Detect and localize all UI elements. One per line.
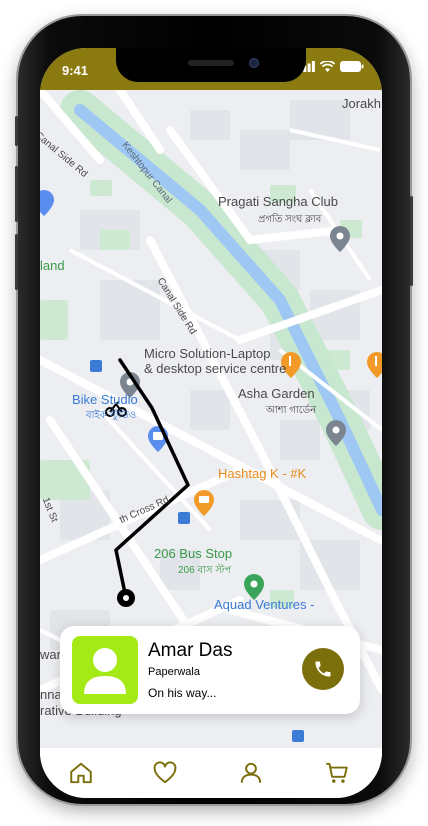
avatar xyxy=(72,636,138,704)
place-label-asha-garden-local: আশা গার্ডেন xyxy=(266,405,317,416)
front-camera xyxy=(249,58,259,68)
driver-card[interactable]: Amar Das Paperwala On his way... xyxy=(60,626,360,714)
tab-cart[interactable] xyxy=(324,760,350,786)
driver-name: Amar Das xyxy=(148,640,233,661)
area-label-jorakh: Jorakh xyxy=(342,96,382,111)
place-label-micro-solution: Micro Solution-Laptop xyxy=(144,346,271,361)
place-label-micro-solution-2: & desktop service centre xyxy=(144,361,287,376)
tab-favorites[interactable] xyxy=(152,760,178,786)
transit-icon-2 xyxy=(178,512,190,524)
tab-home[interactable] xyxy=(68,760,94,786)
tab-bar xyxy=(40,748,382,798)
place-label-aquad: Aquad Ventures - xyxy=(214,597,315,612)
call-button[interactable] xyxy=(302,648,344,690)
place-label-hashtag: Hashtag K - #K xyxy=(218,466,307,481)
wifi-icon xyxy=(320,61,335,72)
notch xyxy=(116,48,306,82)
volume-up-button xyxy=(15,166,18,222)
status-time: 9:41 xyxy=(62,63,89,78)
place-label-bike-studio: Bike Studio xyxy=(72,392,138,407)
transit-icon xyxy=(90,360,102,372)
transit-icon-3 xyxy=(292,730,304,742)
home-icon xyxy=(70,762,92,784)
tab-profile[interactable] xyxy=(238,760,264,786)
speaker xyxy=(188,60,234,66)
user-avatar-icon xyxy=(84,648,126,694)
place-label-asha-garden: Asha Garden xyxy=(238,386,315,401)
heart-icon xyxy=(153,761,177,784)
phone-screen: 9:41 Canal Side Rd Keshtopur Canal Jorak… xyxy=(40,48,382,798)
place-label-pragati: Pragati Sangha Club xyxy=(218,194,338,209)
mute-switch xyxy=(15,116,18,146)
place-label-bus-stop: 206 Bus Stop xyxy=(154,546,233,561)
cart-icon xyxy=(326,762,348,783)
status-icons xyxy=(299,61,364,72)
user-icon xyxy=(240,762,262,783)
place-label-bike-studio-local: বাইক স্টুডিও xyxy=(86,410,137,421)
delivery-status: On his way... xyxy=(148,686,217,700)
area-label-land: land xyxy=(40,258,65,273)
power-button xyxy=(410,196,413,286)
battery-icon xyxy=(340,61,364,72)
place-label-bus-stop-local: 206 বাস স্টপ xyxy=(178,565,232,576)
phone-icon xyxy=(315,661,331,677)
place-label-pragati-local: প্রগতি সংঘ ক্লাব xyxy=(258,214,322,225)
volume-down-button xyxy=(15,234,18,290)
area-label-war: war xyxy=(40,647,61,662)
driver-role: Paperwala xyxy=(148,666,200,678)
